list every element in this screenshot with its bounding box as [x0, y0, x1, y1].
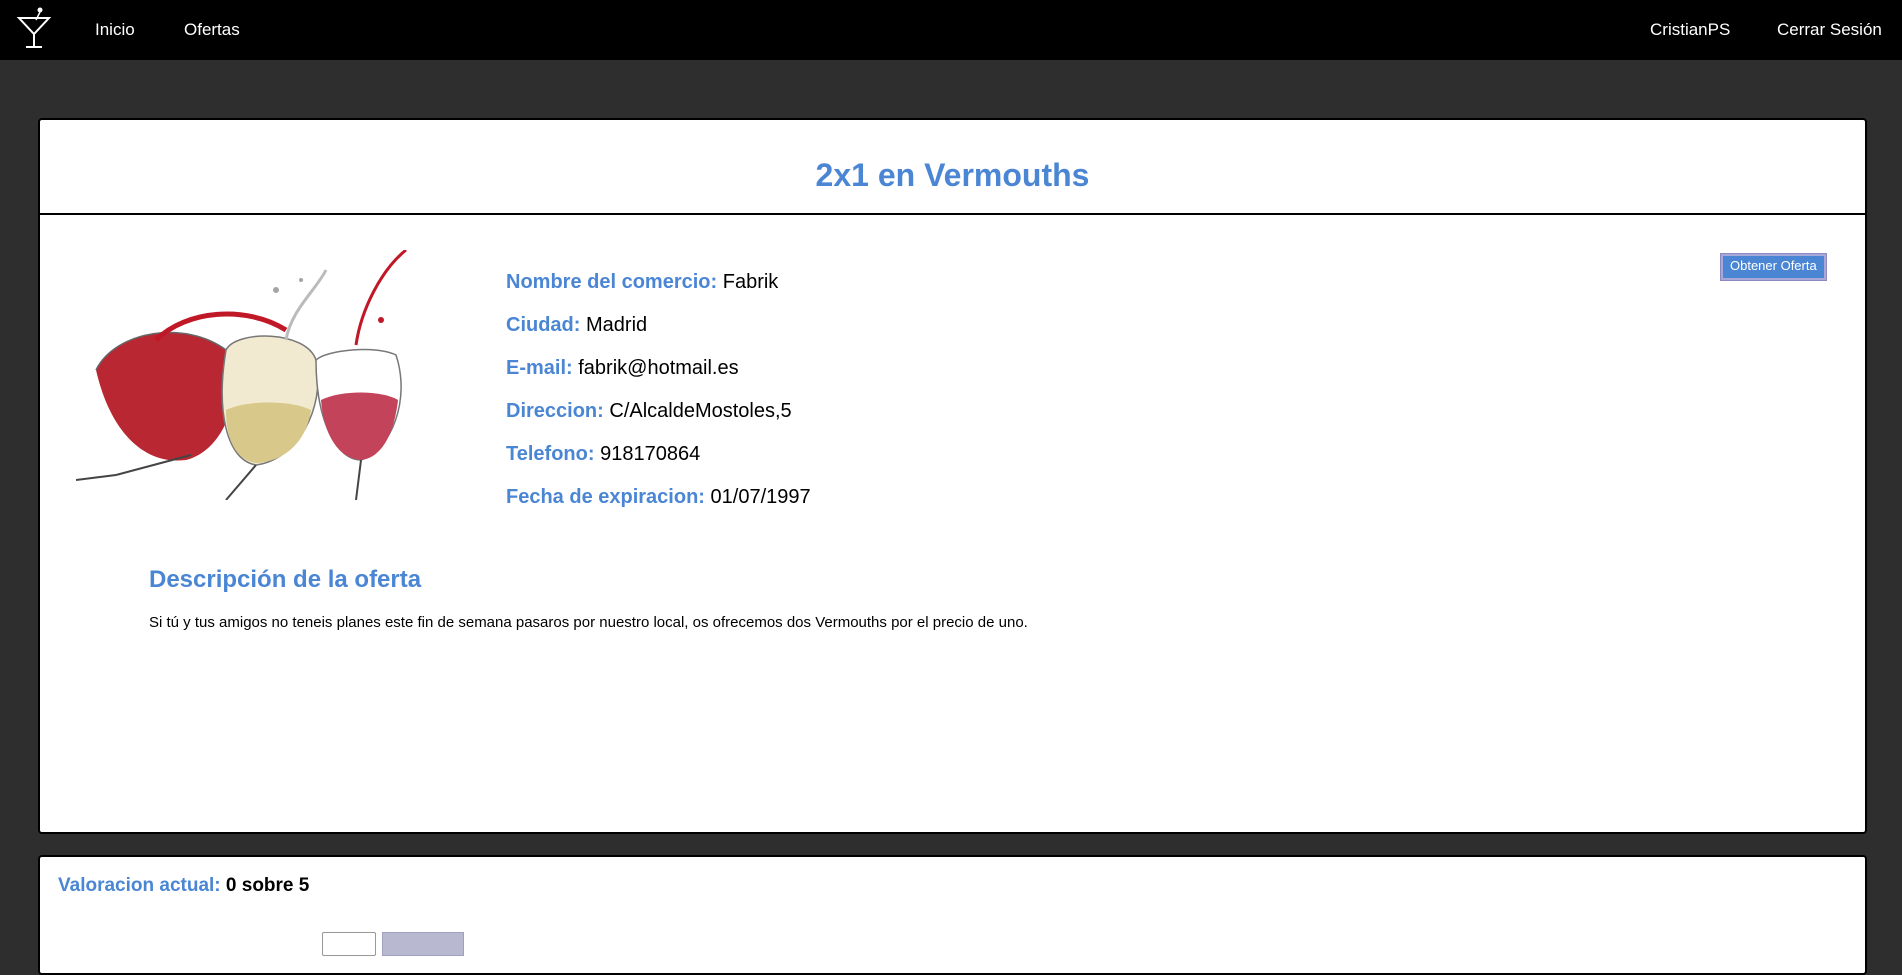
description-text: Si tú y tus amigos no teneis planes este… — [149, 614, 1028, 631]
nav-user-link[interactable]: CristianPS — [1650, 20, 1730, 40]
info-row-email: E-mail: fabrik@hotmail.es — [506, 356, 811, 399]
obtain-offer-button[interactable]: Obtener Oferta — [1721, 254, 1826, 280]
info-value: Madrid — [586, 314, 648, 336]
info-value: fabrik@hotmail.es — [578, 357, 739, 379]
info-value: Fabrik — [722, 271, 779, 293]
nav-inicio-link[interactable]: Inicio — [95, 20, 135, 40]
info-label: Fecha de expiracion: — [506, 486, 705, 508]
info-value: 01/07/1997 — [710, 486, 811, 508]
info-value: C/AlcaldeMostoles,5 — [609, 400, 792, 422]
info-row-ciudad: Ciudad: Madrid — [506, 313, 811, 356]
rating-value: 0 sobre 5 — [225, 875, 310, 896]
offer-panel: 2x1 en Vermouths Nombre del comercio: Fa… — [38, 118, 1867, 834]
rating-label: Valoracion actual: — [58, 875, 221, 896]
info-row-comercio: Nombre del comercio: Fabrik — [506, 270, 811, 313]
info-value: 918170864 — [600, 443, 701, 465]
cocktail-glass-icon[interactable] — [16, 6, 52, 50]
rating-panel: Valoracion actual: 0 sobre 5 — [38, 855, 1867, 975]
info-row-direccion: Direccion: C/AlcaldeMostoles,5 — [506, 399, 811, 442]
offer-title: 2x1 en Vermouths — [815, 157, 1090, 193]
nav-ofertas-link[interactable]: Ofertas — [184, 20, 240, 40]
nav-logout-link[interactable]: Cerrar Sesión — [1777, 20, 1882, 40]
offer-title-bar: 2x1 en Vermouths — [40, 120, 1865, 215]
current-rating: Valoracion actual: 0 sobre 5 — [58, 875, 309, 897]
rating-select[interactable] — [322, 932, 376, 956]
top-navbar: Inicio Ofertas CristianPS Cerrar Sesión — [0, 0, 1902, 60]
offer-info-list: Nombre del comercio: Fabrik Ciudad: Madr… — [506, 270, 811, 528]
info-label: Direccion: — [506, 400, 604, 422]
info-row-expiracion: Fecha de expiracion: 01/07/1997 — [506, 485, 811, 528]
description-title: Descripción de la oferta — [149, 566, 422, 593]
info-label: Telefono: — [506, 443, 595, 465]
info-label: Ciudad: — [506, 314, 581, 336]
info-label: Nombre del comercio: — [506, 271, 718, 293]
info-label: E-mail: — [506, 357, 573, 379]
info-row-telefono: Telefono: 918170864 — [506, 442, 811, 485]
submit-rating-button[interactable] — [382, 932, 464, 956]
wine-glasses-image — [76, 250, 407, 500]
